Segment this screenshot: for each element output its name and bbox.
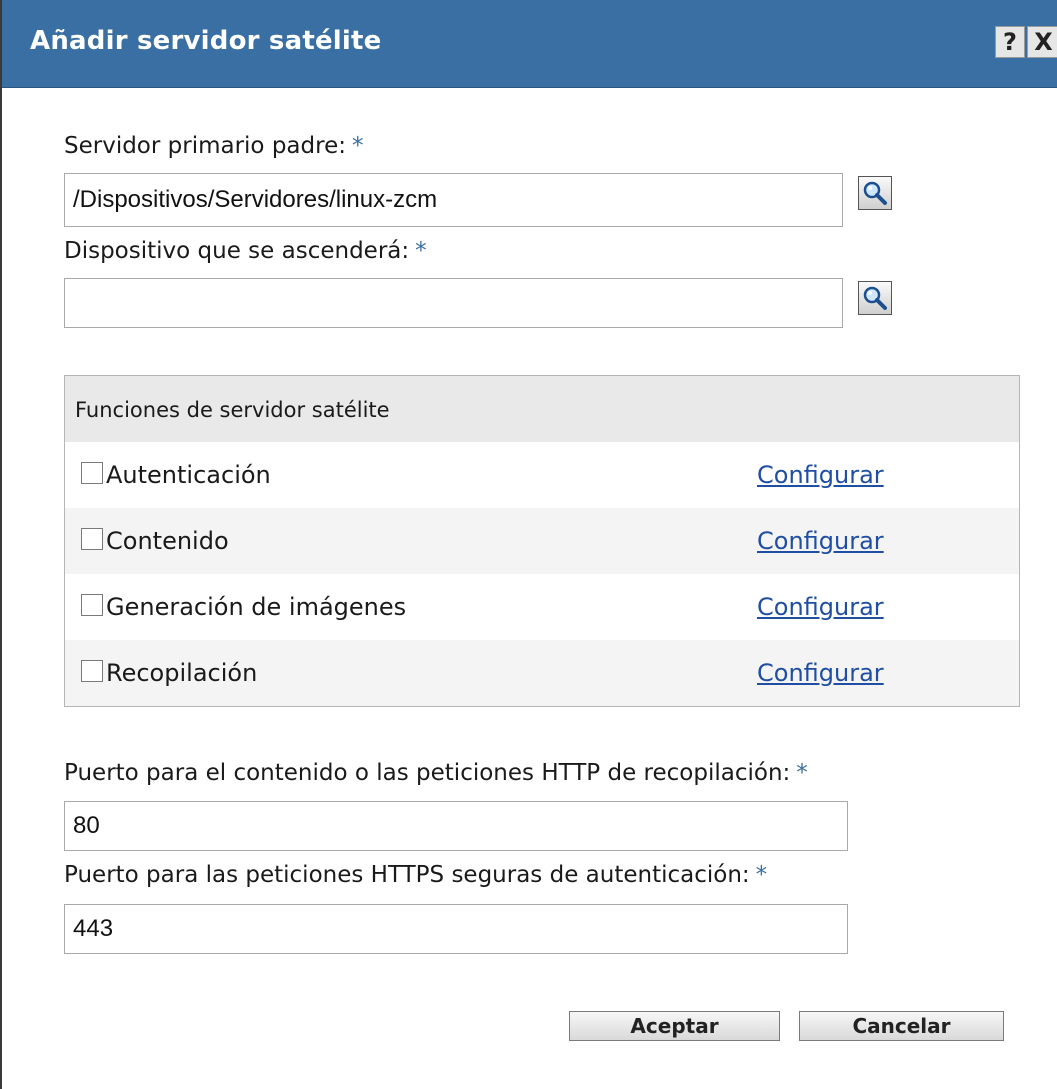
collection-checkbox[interactable] [81, 660, 103, 682]
magnifier-icon [863, 286, 887, 310]
authentication-checkbox[interactable] [81, 462, 103, 484]
magnifier-icon [863, 181, 887, 205]
add-satellite-server-dialog: Añadir servidor satélite ? X Servidor pr… [0, 0, 1057, 1089]
parent-server-input[interactable] [64, 173, 843, 227]
accept-button[interactable]: Aceptar [569, 1011, 780, 1041]
device-label-text: Dispositivo que se ascenderá: [64, 238, 410, 264]
role-row-content: Contenido Configurar [65, 508, 1019, 574]
device-browse-button[interactable] [858, 281, 892, 315]
close-button[interactable]: X [1027, 26, 1057, 58]
role-row-authentication: Autenticación Configurar [65, 442, 1019, 508]
role-row-imaging: Generación de imágenes Configurar [65, 574, 1019, 640]
satellite-roles-header: Funciones de servidor satélite [65, 376, 1019, 443]
parent-server-browse-button[interactable] [858, 176, 892, 210]
imaging-checkbox[interactable] [81, 594, 103, 616]
role-label: Generación de imágenes [106, 593, 407, 621]
role-label: Contenido [106, 527, 229, 555]
https-port-input[interactable] [64, 904, 848, 954]
configure-collection-link[interactable]: Configurar [757, 659, 884, 687]
https-port-label: Puerto para las peticiones HTTPS seguras… [64, 862, 767, 888]
role-label: Recopilación [106, 659, 258, 687]
satellite-roles-panel: Funciones de servidor satélite Autentica… [64, 375, 1020, 707]
required-marker: * [351, 133, 364, 159]
parent-server-label-text: Servidor primario padre: [64, 133, 346, 159]
required-marker: * [415, 238, 427, 264]
help-button[interactable]: ? [995, 26, 1025, 58]
http-port-input[interactable] [64, 801, 848, 851]
configure-authentication-link[interactable]: Configurar [757, 461, 884, 489]
dialog-title: Añadir servidor satélite [30, 26, 382, 56]
required-marker: * [755, 862, 768, 888]
device-label: Dispositivo que se ascenderá: * [64, 238, 427, 264]
configure-imaging-link[interactable]: Configurar [757, 593, 884, 621]
dialog-titlebar: Añadir servidor satélite ? X [2, 0, 1057, 88]
content-checkbox[interactable] [81, 528, 103, 550]
http-port-label-text: Puerto para el contenido o las peticione… [64, 760, 791, 786]
configure-content-link[interactable]: Configurar [757, 527, 884, 555]
cancel-button[interactable]: Cancelar [799, 1011, 1004, 1041]
satellite-roles-title: Funciones de servidor satélite [75, 398, 390, 422]
role-label: Autenticación [106, 461, 271, 489]
device-input[interactable] [64, 278, 843, 328]
parent-server-label: Servidor primario padre: * [64, 133, 363, 159]
required-marker: * [796, 760, 808, 786]
http-port-label: Puerto para el contenido o las peticione… [64, 760, 808, 786]
https-port-label-text: Puerto para las peticiones HTTPS seguras… [64, 862, 750, 888]
role-row-collection: Recopilación Configurar [65, 640, 1019, 706]
